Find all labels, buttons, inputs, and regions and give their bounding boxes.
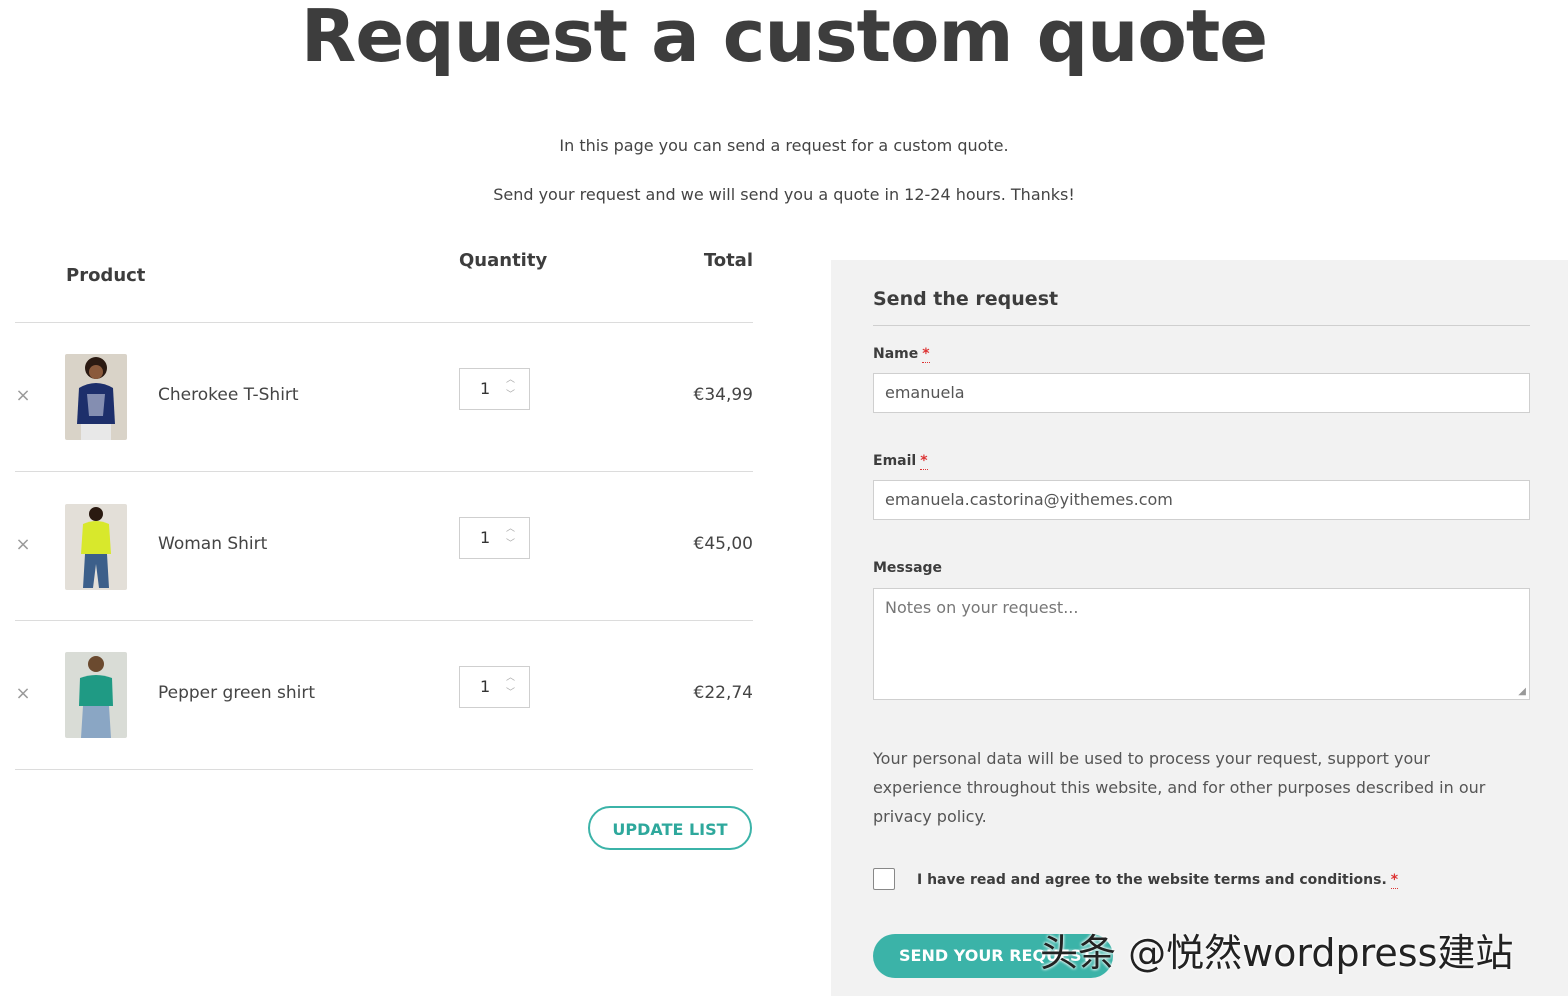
quantity-value: 1	[480, 677, 491, 696]
page-title: Request a custom quote	[300, 0, 1268, 78]
column-header-product: Product	[66, 265, 146, 286]
product-thumbnail[interactable]	[65, 652, 127, 738]
quantity-value: 1	[480, 528, 491, 547]
divider	[15, 769, 753, 770]
chevron-down-icon[interactable]: ﹀	[506, 540, 515, 549]
form-title: Send the request	[873, 288, 1059, 310]
message-label: Message	[873, 560, 943, 576]
chevron-up-icon[interactable]: ︿	[506, 674, 515, 683]
product-thumbnail[interactable]	[65, 354, 127, 440]
update-list-button[interactable]: UPDATE LIST	[588, 806, 752, 850]
remove-item-icon[interactable]: ×	[15, 534, 31, 555]
terms-checkbox[interactable]	[873, 868, 895, 890]
column-header-total: Total	[703, 250, 753, 271]
table-row: × Cherokee T-Shirt 1 ︿ ﹀ €34,99	[15, 323, 753, 471]
resize-handle-icon[interactable]: ◢	[1518, 686, 1526, 697]
quantity-stepper[interactable]: 1 ︿ ﹀	[459, 368, 530, 410]
chevron-down-icon[interactable]: ﹀	[506, 391, 515, 400]
intro-text-secondary: Send your request and we will send you a…	[493, 185, 1075, 204]
required-marker: *	[920, 453, 928, 470]
terms-label-text: I have read and agree to the website ter…	[917, 872, 1387, 888]
privacy-notice: Your personal data will be used to proce…	[873, 749, 1486, 826]
table-row: × Pepper green shirt 1 ︿ ﹀ €22,74	[15, 621, 753, 769]
name-label-text: Name	[873, 346, 919, 362]
watermark-overlay: 头条 @悦然wordpress建站	[1040, 931, 1514, 975]
required-marker: *	[1390, 872, 1399, 889]
request-form-panel: Send the request Name * emanuela Email * e…	[831, 260, 1568, 996]
product-name-link[interactable]: Cherokee T-Shirt	[158, 385, 299, 405]
quantity-stepper[interactable]: 1 ︿ ﹀	[459, 666, 530, 708]
chevron-up-icon[interactable]: ︿	[506, 376, 515, 385]
terms-label[interactable]: I have read and agree to the website ter…	[917, 872, 1399, 889]
message-textarea[interactable]: Notes on your request... ◢	[873, 588, 1530, 700]
chevron-down-icon[interactable]: ﹀	[506, 689, 515, 698]
line-total: €45,00	[693, 534, 753, 554]
email-field[interactable]: emanuela.castorina@yithemes.com	[873, 480, 1530, 520]
chevron-up-icon[interactable]: ︿	[506, 525, 515, 534]
column-header-quantity: Quantity	[459, 250, 548, 271]
quantity-value: 1	[480, 379, 491, 398]
divider	[873, 325, 1530, 326]
line-total: €22,74	[693, 683, 753, 703]
table-row: × Woman Shirt 1 ︿ ﹀ €45,00	[15, 472, 753, 620]
name-field[interactable]: emanuela	[873, 373, 1530, 413]
product-name-link[interactable]: Woman Shirt	[158, 534, 267, 554]
product-name-link[interactable]: Pepper green shirt	[158, 683, 315, 703]
product-thumbnail[interactable]	[65, 504, 127, 590]
email-label: Email *	[873, 453, 928, 470]
email-label-text: Email	[873, 453, 917, 469]
line-total: €34,99	[693, 385, 753, 405]
quantity-stepper[interactable]: 1 ︿ ﹀	[459, 517, 530, 559]
required-marker: *	[922, 346, 930, 363]
remove-item-icon[interactable]: ×	[15, 683, 31, 704]
message-placeholder: Notes on your request...	[885, 598, 1079, 617]
intro-text: In this page you can send a request for …	[559, 136, 1009, 155]
name-label: Name *	[873, 346, 930, 363]
remove-item-icon[interactable]: ×	[15, 385, 31, 406]
